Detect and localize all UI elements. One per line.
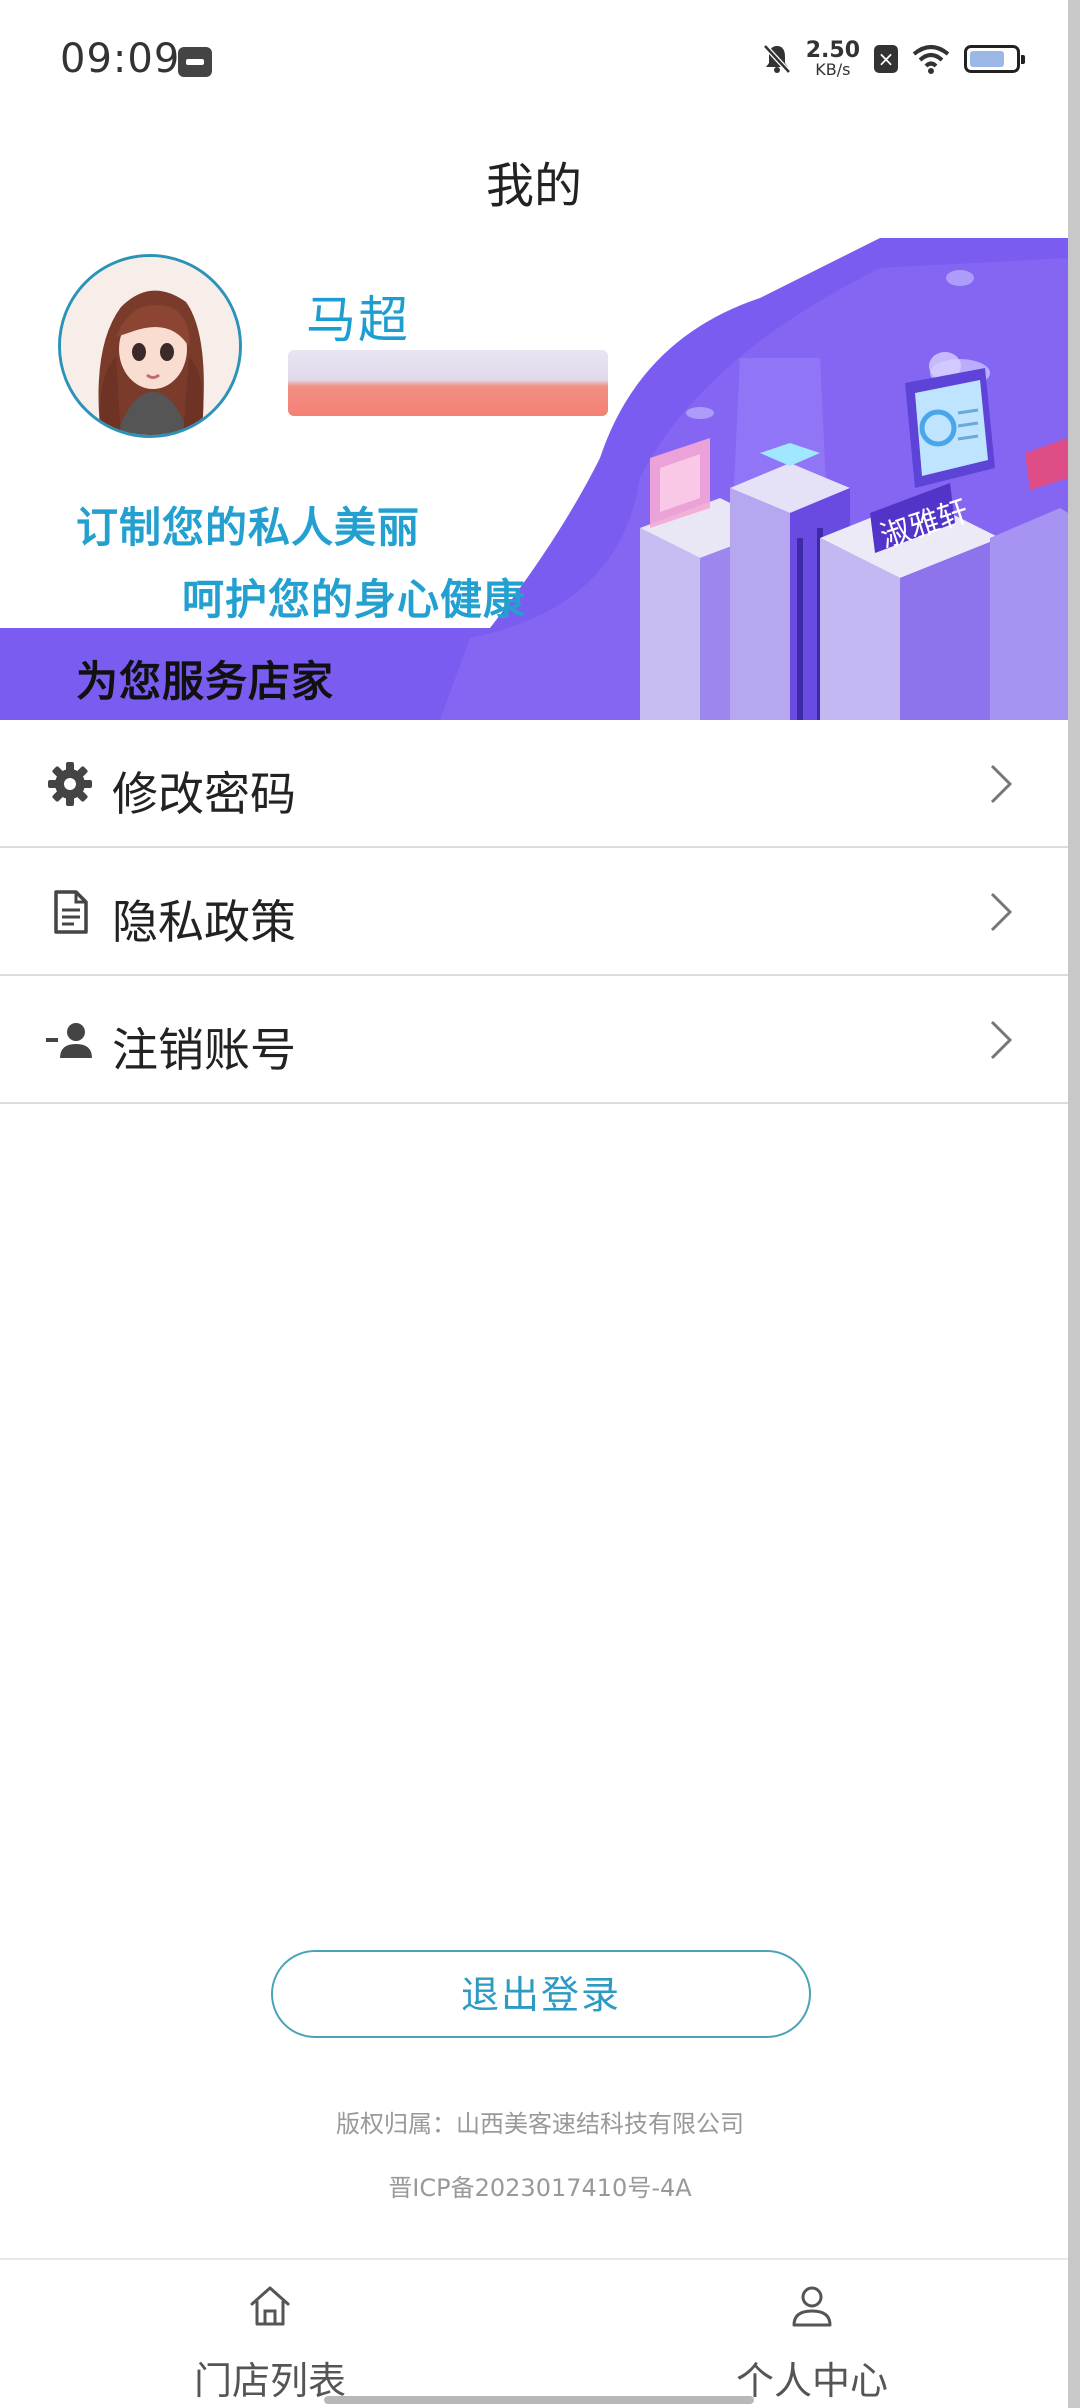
app-notification-icon bbox=[178, 47, 212, 77]
menu-item-privacy-policy[interactable]: 隐私政策 bbox=[0, 848, 1068, 976]
settings-menu: 修改密码 隐私政策 注销账号 bbox=[0, 720, 1068, 1104]
remove-user-icon bbox=[46, 1023, 92, 1058]
home-indicator[interactable] bbox=[324, 2396, 754, 2404]
icp-text[interactable]: 晋ICP备2023017410号-4A bbox=[0, 2168, 1080, 2203]
user-icon bbox=[792, 2286, 832, 2327]
network-speed-unit: KB/s bbox=[815, 60, 851, 79]
chevron-right-icon bbox=[990, 892, 1013, 932]
slogan-line-1: 订制您的私人美丽 bbox=[76, 503, 421, 552]
tab-personal-center[interactable]: 个人中心 bbox=[662, 2260, 962, 2403]
menu-item-label: 隐私政策 bbox=[112, 895, 296, 949]
menu-item-delete-account[interactable]: 注销账号 bbox=[0, 976, 1068, 1104]
logout-button[interactable]: 退出登录 bbox=[271, 1950, 811, 2038]
network-speed: 2.50 KB/s bbox=[806, 40, 860, 78]
copyright-text: 版权归属：山西美客速结科技有限公司 bbox=[336, 2110, 744, 2138]
battery-icon bbox=[964, 45, 1025, 73]
avatar-illustration bbox=[61, 257, 239, 435]
tab-store-list[interactable]: 门店列表 bbox=[120, 2260, 420, 2403]
page-title: 我的 bbox=[485, 158, 582, 214]
user-name: 马超 bbox=[306, 291, 410, 349]
wifi-icon bbox=[912, 45, 950, 74]
close-box-icon: × bbox=[874, 45, 898, 73]
menu-item-change-password[interactable]: 修改密码 bbox=[0, 720, 1068, 848]
redacted-phone bbox=[288, 350, 608, 416]
status-time: 09:09 bbox=[60, 36, 181, 82]
chevron-right-icon bbox=[990, 764, 1013, 804]
bottom-tab-bar: 门店列表 个人中心 bbox=[0, 2258, 1068, 2408]
status-icons: 2.50 KB/s × bbox=[762, 40, 1025, 78]
gear-icon bbox=[48, 762, 92, 806]
network-speed-value: 2.50 bbox=[805, 38, 860, 63]
bell-muted-icon bbox=[762, 44, 791, 74]
document-icon bbox=[54, 890, 88, 934]
service-shop-label: 为您服务店家 bbox=[76, 657, 335, 706]
menu-item-label: 注销账号 bbox=[112, 1023, 296, 1077]
status-bar: 09:09 2.50 KB/s × bbox=[0, 0, 1068, 126]
menu-item-label: 修改密码 bbox=[112, 767, 296, 821]
home-icon bbox=[250, 2286, 290, 2326]
scroll-edge bbox=[1068, 0, 1080, 2408]
avatar[interactable] bbox=[58, 254, 242, 438]
chevron-right-icon bbox=[990, 1020, 1013, 1060]
slogan-line-2: 呵护您的身心健康 bbox=[182, 575, 527, 624]
